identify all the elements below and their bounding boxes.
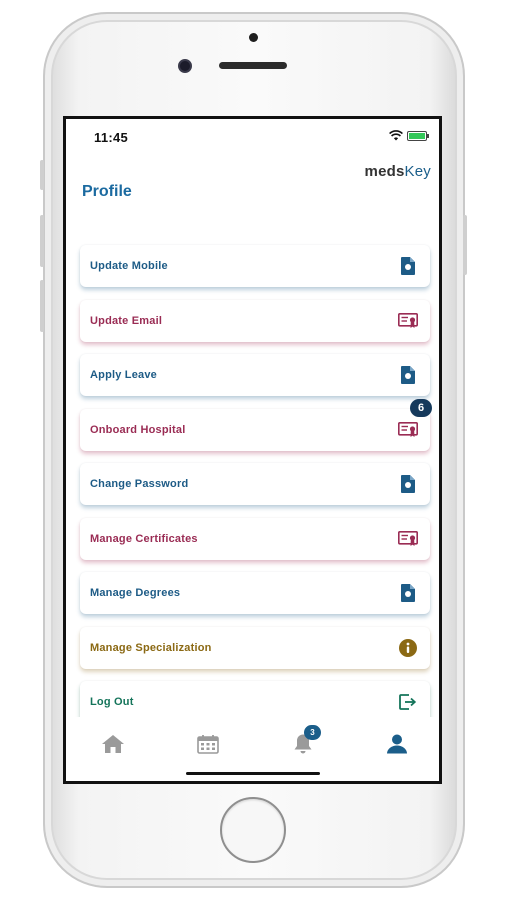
menu-item-update-email[interactable]: Update Email	[80, 299, 430, 342]
tab-home[interactable]	[100, 731, 126, 757]
menu-item-label: Apply Leave	[90, 369, 158, 381]
battery-icon	[407, 130, 429, 141]
home-icon	[102, 735, 124, 753]
menu-item-onboard-hospital[interactable]: Onboard Hospital 6	[80, 398, 432, 451]
bottom-tab-bar: 3	[66, 717, 439, 781]
tab-notifications[interactable]: 3	[290, 725, 321, 757]
menu-item-manage-certificates[interactable]: Manage Certificates	[80, 517, 430, 560]
menu-item-change-password[interactable]: Change Password	[80, 463, 430, 505]
info-circle-icon	[398, 638, 418, 658]
status-icons	[389, 130, 429, 141]
user-icon	[387, 734, 407, 754]
certificate-icon	[398, 529, 418, 549]
menu-item-label: Onboard Hospital	[90, 423, 186, 436]
profile-menu: Update Mobile Update Email Apply Leave O…	[80, 245, 432, 736]
notification-count-badge: 6	[410, 398, 432, 417]
phone-speaker	[219, 62, 287, 69]
phone-sensor	[249, 33, 258, 42]
menu-item-label: Update Email	[90, 314, 163, 327]
menu-item-manage-degrees[interactable]: Manage Degrees	[80, 572, 430, 614]
menu-item-label: Manage Certificates	[90, 532, 198, 545]
menu-item-label: Change Password	[90, 478, 189, 490]
menu-item-label: Manage Degrees	[90, 587, 181, 599]
wifi-icon	[389, 130, 403, 141]
phone-side-button	[40, 160, 44, 190]
menu-item-manage-specialization[interactable]: Manage Specialization	[80, 626, 430, 669]
phone-power-button	[463, 215, 467, 275]
status-time: 11:45	[94, 130, 129, 145]
menu-item-label: Log Out	[90, 696, 134, 708]
menu-item-apply-leave[interactable]: Apply Leave	[80, 354, 430, 396]
file-badge-icon	[398, 583, 418, 603]
page-title: Profile	[82, 183, 132, 200]
notification-count-badge: 3	[304, 725, 321, 740]
file-badge-icon	[398, 365, 418, 385]
logout-icon	[398, 692, 418, 712]
certificate-icon	[398, 420, 418, 440]
file-badge-icon	[398, 474, 418, 494]
menu-item-update-mobile[interactable]: Update Mobile	[80, 245, 430, 287]
file-badge-icon	[398, 256, 418, 276]
app-screen: 11:45 medsKey Profile Update Mobile Upda…	[63, 116, 442, 784]
certificate-icon	[398, 311, 418, 331]
phone-volume-down-button	[40, 280, 44, 332]
calendar-icon	[197, 735, 219, 754]
home-indicator	[186, 772, 320, 775]
menu-item-label: Manage Specialization	[90, 641, 212, 654]
tab-profile[interactable]	[384, 731, 410, 757]
tab-calendar[interactable]	[195, 731, 221, 757]
menu-item-label: Update Mobile	[90, 260, 168, 272]
brand-logo: medsKey	[364, 163, 431, 180]
phone-home-button[interactable]	[220, 797, 286, 863]
front-camera	[178, 59, 192, 73]
phone-volume-up-button	[40, 215, 44, 267]
